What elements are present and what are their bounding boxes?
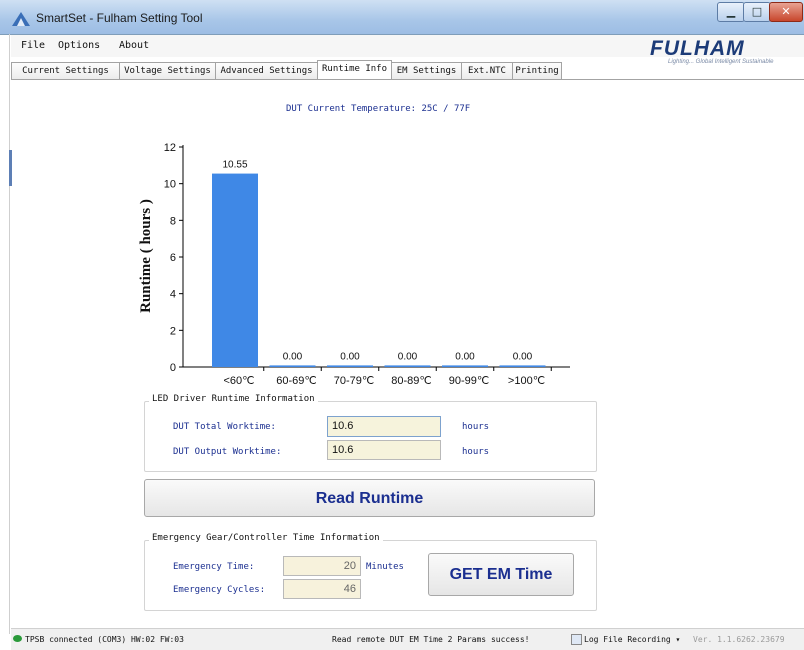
x-category-label: 70-79℃ bbox=[334, 375, 375, 387]
log-file-dropdown[interactable]: Log File Recording ▾ bbox=[584, 635, 680, 644]
emergency-time-field[interactable]: 20 bbox=[283, 556, 361, 576]
get-em-time-button[interactable]: GET EM Time bbox=[428, 553, 574, 596]
y-tick-label: 10 bbox=[164, 179, 176, 191]
y-tick-label: 2 bbox=[170, 325, 176, 337]
connection-status: TPSB connected (COM3) HW:02 FW:03 bbox=[25, 635, 184, 644]
emergency-cycles-label: Emergency Cycles: bbox=[173, 585, 266, 595]
x-category-label: <60℃ bbox=[223, 375, 254, 387]
x-category-label: 80-89℃ bbox=[391, 375, 432, 387]
y-tick-label: 6 bbox=[170, 252, 176, 264]
em-time-group-title: Emergency Gear/Controller Time Informati… bbox=[149, 533, 383, 543]
emergency-cycles-field[interactable]: 46 bbox=[283, 579, 361, 599]
bar-value-label: 0.00 bbox=[455, 351, 475, 362]
bar-5 bbox=[499, 365, 546, 367]
read-runtime-button[interactable]: Read Runtime bbox=[144, 479, 595, 517]
total-worktime-unit: hours bbox=[462, 422, 490, 432]
total-worktime-label: DUT Total Worktime: bbox=[173, 422, 276, 432]
x-category-label: 60-69℃ bbox=[276, 375, 317, 387]
bar-value-label: 0.00 bbox=[513, 351, 533, 362]
led-runtime-group: LED Driver Runtime Information DUT Total… bbox=[144, 394, 597, 472]
led-runtime-group-title: LED Driver Runtime Information bbox=[149, 394, 318, 404]
bar-value-label: 0.00 bbox=[283, 351, 303, 362]
output-worktime-label: DUT Output Worktime: bbox=[173, 447, 282, 457]
y-axis-title: Runtime ( hours ) bbox=[138, 199, 154, 313]
y-tick-label: 8 bbox=[170, 215, 176, 227]
bar-0 bbox=[212, 173, 258, 367]
status-bar: TPSB connected (COM3) HW:02 FW:03 Read r… bbox=[11, 628, 804, 650]
bar-value-label: 0.00 bbox=[340, 351, 360, 362]
y-tick-label: 4 bbox=[170, 289, 176, 301]
x-category-label: >100℃ bbox=[508, 375, 545, 387]
output-worktime-unit: hours bbox=[462, 447, 490, 457]
bar-value-label: 10.55 bbox=[222, 160, 247, 171]
emergency-time-label: Emergency Time: bbox=[173, 562, 255, 572]
app-window: SmartSet - Fulham Setting Tool ▁ □ ✕ Fil… bbox=[0, 0, 804, 650]
version-text: Ver. 1.1.6262.23679 bbox=[693, 635, 785, 644]
bar-value-label: 0.00 bbox=[398, 351, 418, 362]
x-category-label: 90-99℃ bbox=[449, 375, 490, 387]
y-tick-label: 0 bbox=[170, 362, 176, 374]
log-file-icon bbox=[571, 634, 582, 645]
output-worktime-field[interactable]: 10.6 bbox=[327, 440, 441, 460]
em-time-group: Emergency Gear/Controller Time Informati… bbox=[144, 533, 597, 611]
status-message: Read remote DUT EM Time 2 Params success… bbox=[332, 635, 530, 644]
total-worktime-field[interactable]: 10.6 bbox=[327, 416, 441, 437]
bar-4 bbox=[442, 365, 488, 367]
y-tick-label: 12 bbox=[164, 142, 176, 154]
bar-2 bbox=[327, 365, 373, 367]
bar-3 bbox=[384, 365, 431, 367]
emergency-time-unit: Minutes bbox=[366, 562, 404, 572]
connection-icon bbox=[13, 635, 22, 642]
bar-1 bbox=[269, 365, 316, 367]
